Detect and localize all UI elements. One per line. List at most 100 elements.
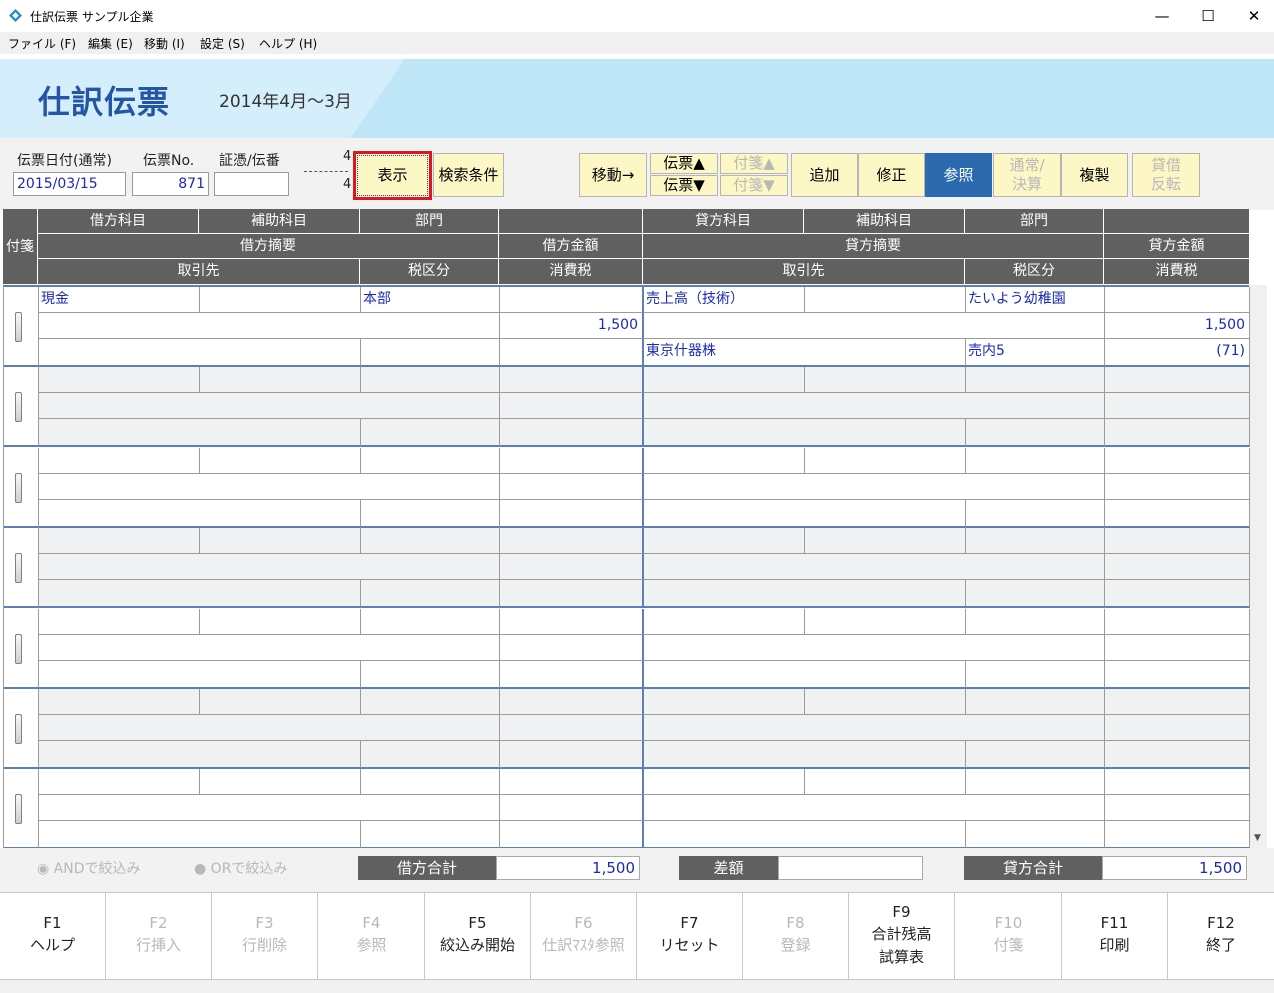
credit-dept-cell[interactable]	[966, 528, 1105, 554]
credit-account-cell[interactable]	[644, 769, 805, 795]
fkey-f6[interactable]: F6 仕訳ﾏｽﾀ参照	[531, 893, 637, 979]
debit-memo-cell[interactable]	[39, 635, 500, 661]
debit-sub-cell[interactable]	[200, 609, 361, 635]
debit-amount-cell[interactable]	[500, 554, 644, 580]
debit-cons-cell[interactable]	[500, 741, 644, 769]
tag-cell[interactable]	[4, 287, 39, 367]
debit-account-cell[interactable]	[39, 769, 200, 795]
credit-dept-cell[interactable]	[966, 609, 1105, 635]
blank-cell[interactable]	[500, 367, 644, 393]
credit-account-cell[interactable]	[644, 448, 805, 474]
debit-sub-cell[interactable]	[200, 769, 361, 795]
swap-debit-credit-button[interactable]: 貸借 反転	[1132, 153, 1200, 197]
display-button[interactable]: 表示	[357, 155, 428, 196]
blank-cell[interactable]	[1105, 367, 1250, 393]
debit-partner-cell[interactable]	[39, 821, 361, 849]
debit-sub-cell[interactable]	[200, 528, 361, 554]
tag-cell[interactable]	[4, 769, 39, 849]
debit-sub-cell[interactable]	[200, 689, 361, 715]
fkey-f8[interactable]: F8 登録	[743, 893, 849, 979]
debit-tax-cell[interactable]	[361, 419, 500, 447]
debit-amount-cell[interactable]	[500, 474, 644, 500]
debit-dept-cell[interactable]: 本部	[361, 287, 500, 313]
menu-move[interactable]: 移動 (I)	[144, 35, 185, 52]
credit-dept-cell[interactable]	[966, 367, 1105, 393]
credit-account-cell[interactable]	[644, 609, 805, 635]
credit-memo-cell[interactable]	[644, 795, 1105, 821]
blank-cell[interactable]	[1105, 609, 1250, 635]
vertical-scrollbar[interactable]: ▼	[1250, 285, 1267, 848]
credit-account-cell[interactable]	[644, 367, 805, 393]
blank-cell[interactable]	[500, 769, 644, 795]
credit-tax-cell[interactable]	[966, 419, 1105, 447]
credit-account-cell[interactable]	[644, 689, 805, 715]
normal-closing-button[interactable]: 通常/ 決算	[993, 153, 1061, 197]
debit-cons-cell[interactable]	[500, 500, 644, 528]
credit-partner-cell[interactable]	[644, 821, 966, 849]
credit-tax-cell[interactable]	[966, 580, 1105, 608]
debit-memo-cell[interactable]	[39, 554, 500, 580]
blank-cell[interactable]	[500, 689, 644, 715]
debit-amount-cell[interactable]	[500, 795, 644, 821]
search-conditions-button[interactable]: 検索条件	[433, 153, 504, 197]
debit-tax-cell[interactable]	[361, 580, 500, 608]
credit-partner-cell[interactable]	[644, 741, 966, 769]
credit-sub-cell[interactable]	[805, 609, 966, 635]
credit-dept-cell[interactable]	[966, 689, 1105, 715]
debit-dept-cell[interactable]	[361, 689, 500, 715]
debit-account-cell[interactable]	[39, 528, 200, 554]
menu-help[interactable]: ヘルプ (H)	[259, 35, 317, 52]
debit-dept-cell[interactable]	[361, 528, 500, 554]
debit-memo-cell[interactable]	[39, 474, 500, 500]
slip-up-button[interactable]: 伝票▲	[650, 153, 718, 174]
credit-sub-cell[interactable]	[805, 769, 966, 795]
edit-button[interactable]: 修正	[858, 153, 925, 197]
credit-amount-cell[interactable]	[1105, 474, 1250, 500]
credit-partner-cell[interactable]	[644, 419, 966, 447]
debit-account-cell[interactable]	[39, 609, 200, 635]
debit-tax-cell[interactable]	[361, 821, 500, 849]
credit-memo-cell[interactable]	[644, 715, 1105, 741]
credit-amount-cell[interactable]	[1105, 715, 1250, 741]
credit-sub-cell[interactable]	[805, 367, 966, 393]
blank-cell[interactable]	[500, 609, 644, 635]
tag-cell[interactable]	[4, 528, 39, 608]
fkey-f1[interactable]: F1 ヘルプ	[0, 893, 106, 979]
credit-memo-cell[interactable]	[644, 313, 1105, 339]
credit-partner-cell[interactable]	[644, 500, 966, 528]
credit-account-cell[interactable]: 売上高（技術）	[644, 287, 805, 313]
tag-cell[interactable]	[4, 609, 39, 689]
credit-cons-cell[interactable]	[1105, 580, 1250, 608]
debit-sub-cell[interactable]	[200, 367, 361, 393]
tag-cell[interactable]	[4, 448, 39, 528]
tag-cell[interactable]	[4, 689, 39, 769]
blank-cell[interactable]	[500, 287, 644, 313]
credit-dept-cell[interactable]: たいよう幼稚園	[966, 287, 1105, 313]
or-filter-radio[interactable]: ● ORで絞込み	[194, 858, 287, 878]
blank-cell[interactable]	[1105, 769, 1250, 795]
debit-partner-cell[interactable]	[39, 580, 361, 608]
credit-tax-cell[interactable]	[966, 821, 1105, 849]
fkey-f11[interactable]: F11 印刷	[1062, 893, 1168, 979]
fkey-f3[interactable]: F3 行削除	[212, 893, 318, 979]
credit-cons-cell[interactable]	[1105, 741, 1250, 769]
debit-amount-cell[interactable]	[500, 715, 644, 741]
debit-tax-cell[interactable]	[361, 661, 500, 689]
debit-cons-cell[interactable]	[500, 580, 644, 608]
debit-amount-cell[interactable]: 1,500	[500, 313, 644, 339]
fkey-f12[interactable]: F12 終了	[1168, 893, 1274, 979]
blank-cell[interactable]	[500, 448, 644, 474]
debit-partner-cell[interactable]	[39, 661, 361, 689]
reference-button[interactable]: 参照	[925, 153, 992, 197]
minimize-button[interactable]: —	[1139, 0, 1185, 32]
blank-cell[interactable]	[500, 528, 644, 554]
debit-cons-cell[interactable]	[500, 339, 644, 367]
credit-partner-cell[interactable]	[644, 661, 966, 689]
credit-cons-cell[interactable]	[1105, 500, 1250, 528]
credit-amount-cell[interactable]	[1105, 635, 1250, 661]
blank-cell[interactable]	[1105, 287, 1250, 313]
debit-dept-cell[interactable]	[361, 609, 500, 635]
close-button[interactable]: ✕	[1231, 0, 1274, 32]
credit-dept-cell[interactable]	[966, 769, 1105, 795]
debit-tax-cell[interactable]	[361, 741, 500, 769]
